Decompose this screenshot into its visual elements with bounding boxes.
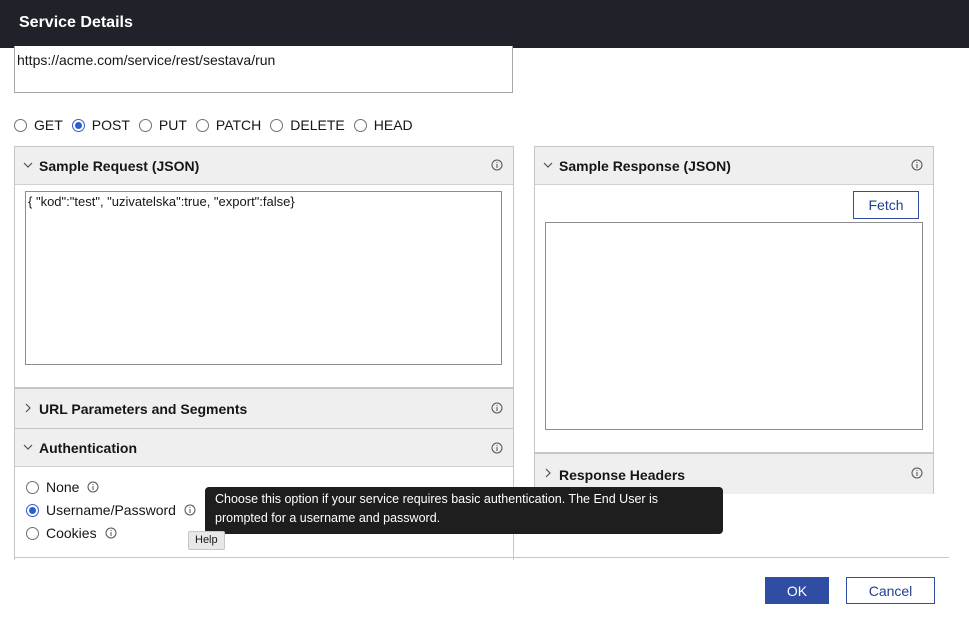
sample-response-header[interactable]: Sample Response (JSON) [535,147,933,185]
method-radio-delete[interactable] [270,118,284,132]
method-label-head: HEAD [373,117,413,133]
method-option-head[interactable]: HEAD [353,117,413,133]
auth-label-username-password: Username/Password [46,502,176,518]
dialog-title: Service Details [19,14,133,31]
method-label-patch: PATCH [215,117,262,133]
method-label-get: GET [34,117,63,133]
sample-response-panel: Sample Response (JSON) Fetch [534,146,934,453]
info-icon[interactable] [184,504,196,516]
auth-option-none[interactable]: None [26,479,99,495]
ok-button[interactable]: OK [765,577,829,604]
authentication-title: Authentication [39,440,137,456]
info-icon[interactable] [491,402,503,414]
method-radio-put[interactable] [138,118,152,132]
sample-request-header[interactable]: Sample Request (JSON) [15,147,513,185]
info-icon[interactable] [491,159,503,171]
help-tooltip-label: Help [188,531,225,550]
auth-label-cookies: Cookies [46,525,97,541]
auth-option-cookies[interactable]: Cookies [26,525,117,541]
method-radio-patch[interactable] [195,118,209,132]
chevron-right-icon [542,467,554,479]
sample-request-title: Sample Request (JSON) [39,158,200,174]
auth-label-none: None [46,479,80,495]
auth-option-username-password[interactable]: Username/Password [26,502,196,518]
http-method-group: GET POST PUT PATCH DELETE HEAD [14,115,422,135]
method-option-get[interactable]: GET [14,117,63,133]
method-label-delete: DELETE [290,117,345,133]
chevron-down-icon [22,441,34,453]
method-option-delete[interactable]: DELETE [270,117,345,133]
info-icon[interactable] [105,527,117,539]
sample-response-textarea[interactable] [545,222,923,430]
method-option-patch[interactable]: PATCH [195,117,262,133]
url-parameters-header[interactable]: URL Parameters and Segments [15,389,513,429]
chevron-down-icon [22,159,34,171]
method-radio-post[interactable] [71,118,85,132]
auth-help-tooltip: Choose this option if your service requi… [205,487,723,534]
sample-request-panel: Sample Request (JSON) { "kod":"test", "u… [14,146,514,388]
url-parameters-panel: URL Parameters and Segments [14,388,514,429]
method-option-put[interactable]: PUT [138,117,187,133]
response-headers-title: Response Headers [559,467,686,483]
auth-radio-username-password[interactable] [26,503,39,517]
info-icon[interactable] [491,442,503,454]
info-icon[interactable] [911,467,923,479]
sample-request-textarea[interactable]: { "kod":"test", "uzivatelska":true, "exp… [25,191,502,365]
service-url-field[interactable]: https://acme.com/service/rest/sestava/ru… [14,46,513,93]
method-label-put: PUT [158,117,187,133]
sample-response-title: Sample Response (JSON) [559,158,731,174]
sample-request-body: { "kod":"test", "uzivatelska":true, "exp… [28,194,295,209]
info-icon[interactable] [87,481,99,493]
service-url-value: https://acme.com/service/rest/sestava/ru… [17,52,276,68]
method-radio-get[interactable] [14,118,27,132]
dialog-titlebar: Service Details [0,0,969,48]
chevron-down-icon [542,159,554,171]
footer-divider [14,557,949,558]
cancel-button[interactable]: Cancel [846,577,935,604]
method-option-post[interactable]: POST [71,117,130,133]
fetch-button[interactable]: Fetch [853,191,919,219]
auth-radio-cookies[interactable] [26,526,39,540]
chevron-right-icon [22,402,34,414]
method-label-post: POST [91,117,130,133]
authentication-header[interactable]: Authentication [15,429,513,467]
auth-radio-none[interactable] [26,480,39,494]
info-icon[interactable] [911,159,923,171]
url-parameters-title: URL Parameters and Segments [39,401,248,417]
method-radio-head[interactable] [353,118,367,132]
